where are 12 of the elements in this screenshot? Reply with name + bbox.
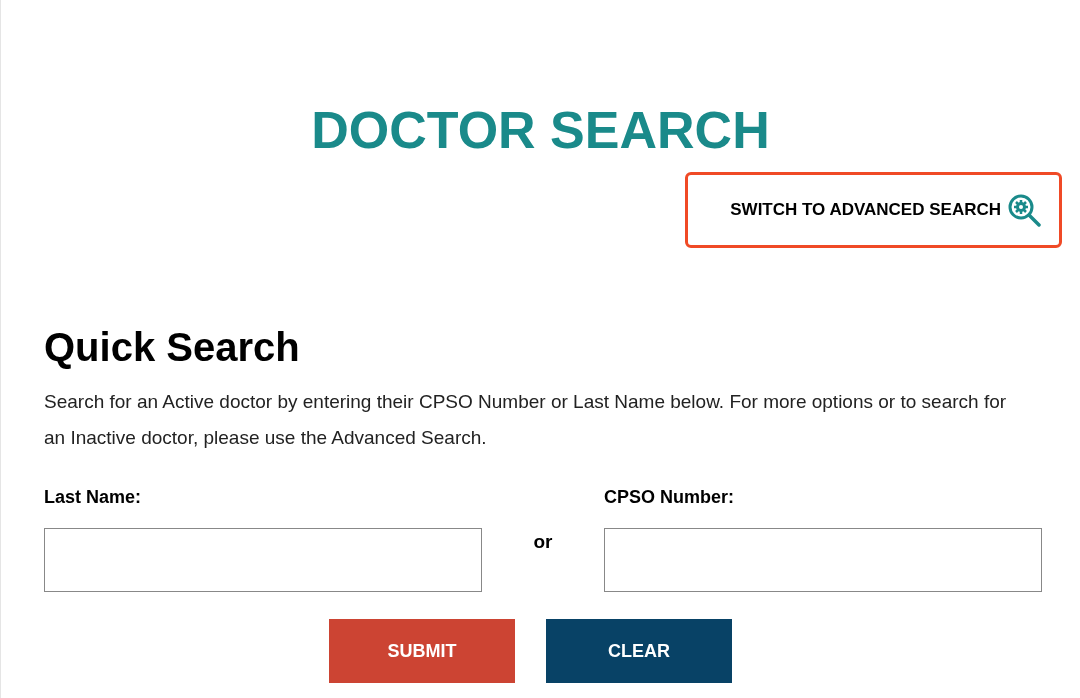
field-label: Last Name:	[44, 486, 143, 509]
text-field[interactable]	[604, 528, 1042, 592]
clear-button[interactable]: CLEAR	[546, 619, 732, 683]
search-settings-icon	[1007, 193, 1043, 227]
submit-button[interactable]: SUBMIT	[329, 619, 515, 683]
field-label: CPSO Number:	[604, 486, 736, 509]
advanced-search-link[interactable]: SWITCH TO ADVANCED SEARCH	[685, 172, 1062, 248]
description-text: Search for an Active doctor by entering their CPSO Number or Last Name below. For more options or to search for an Inactive doctor, please use the Advanced Search.	[44, 390, 1008, 450]
section-heading: Quick Search	[44, 324, 301, 371]
or-separator: or	[533, 530, 553, 554]
page-title: DOCTOR SEARCH	[311, 100, 770, 161]
text-field[interactable]	[44, 528, 482, 592]
